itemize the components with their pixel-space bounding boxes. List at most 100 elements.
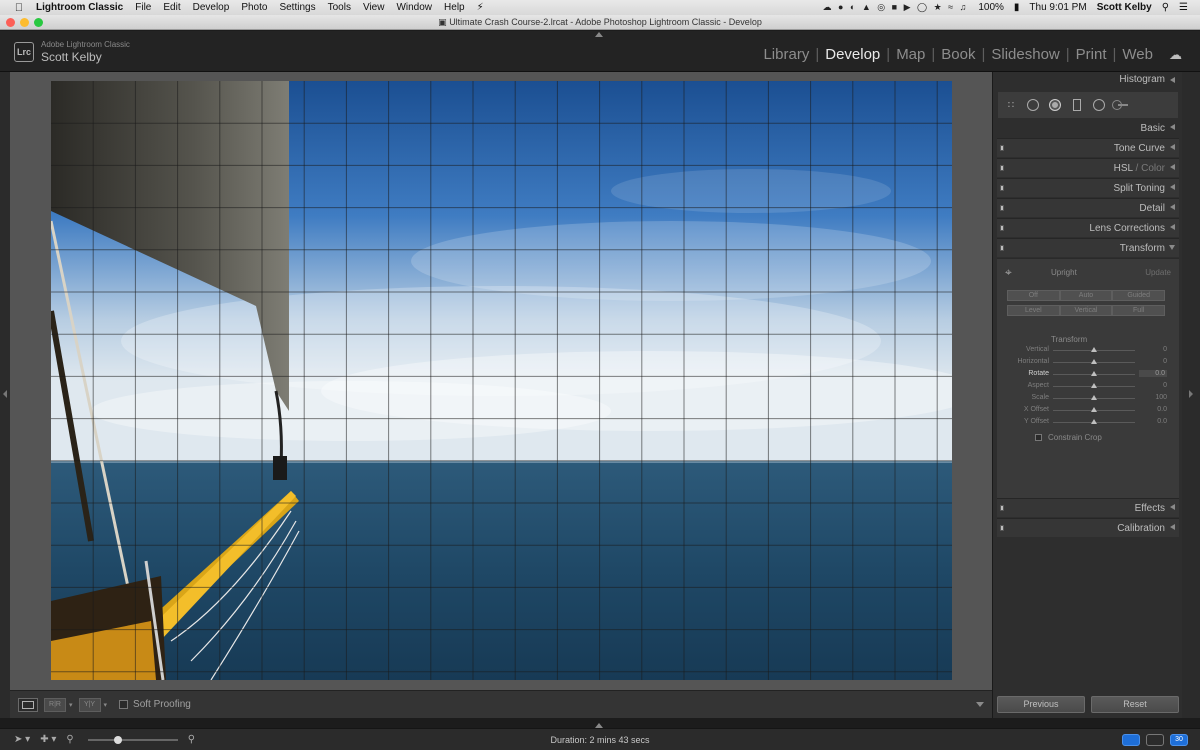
fps-badge[interactable]: 30 xyxy=(1170,734,1188,746)
collapse-top-panel-icon[interactable] xyxy=(595,32,603,37)
image-canvas[interactable] xyxy=(10,72,992,690)
reset-button[interactable]: Reset xyxy=(1091,696,1179,713)
constrain-crop-checkbox[interactable] xyxy=(1035,434,1042,441)
chevron-left-icon[interactable] xyxy=(1170,144,1175,150)
battery-percent[interactable]: 100% xyxy=(978,2,1004,13)
slider-track[interactable] xyxy=(1053,347,1135,352)
chevron-left-icon[interactable] xyxy=(1170,504,1175,510)
upright-auto-button[interactable]: Auto xyxy=(1059,290,1113,301)
panel-switch-icon[interactable] xyxy=(1000,505,1004,511)
slider-value[interactable]: 0.0 xyxy=(1139,406,1167,413)
section-basic[interactable]: Basic xyxy=(997,119,1179,138)
slider-track[interactable] xyxy=(1053,383,1135,388)
section-transform[interactable]: Transform xyxy=(997,238,1179,257)
slider-thumb[interactable] xyxy=(1091,371,1097,376)
section-tone-curve[interactable]: Tone Curve xyxy=(997,138,1179,157)
search-icon[interactable]: ⚲ xyxy=(1162,2,1169,13)
menu-app-name[interactable]: Lightroom Classic xyxy=(36,2,123,13)
chevron-left-icon[interactable] xyxy=(1170,184,1175,190)
chevron-left-icon[interactable] xyxy=(1170,164,1175,170)
section-color-label[interactable]: Color xyxy=(1141,163,1165,174)
chevron-left-icon[interactable] xyxy=(1170,124,1175,130)
menu-photo[interactable]: Photo xyxy=(241,2,267,13)
upright-full-button[interactable]: Full xyxy=(1112,305,1166,316)
module-book[interactable]: Book xyxy=(935,46,981,63)
minimize-window-button[interactable] xyxy=(20,18,29,27)
battery-icon[interactable]: ▮ xyxy=(1014,2,1020,13)
update-button[interactable]: Update xyxy=(1145,268,1171,277)
chevron-down-icon[interactable] xyxy=(1169,245,1175,250)
module-develop[interactable]: Develop xyxy=(819,46,886,63)
before-after-top-bottom-button[interactable]: Y|Y xyxy=(78,697,101,712)
crop-grid-tool-icon[interactable]: ∷ xyxy=(1004,98,1018,112)
red-eye-tool-icon[interactable] xyxy=(1048,98,1062,112)
section-split-toning[interactable]: Split Toning xyxy=(997,178,1179,197)
slider-thumb[interactable] xyxy=(1091,383,1097,388)
window-icon[interactable] xyxy=(1146,734,1164,746)
histogram-header[interactable]: Histogram xyxy=(997,72,1179,88)
panel-switch-icon[interactable] xyxy=(1000,525,1004,531)
expand-left-panel-icon[interactable] xyxy=(3,390,7,398)
clock[interactable]: Thu 9:01 PM xyxy=(1029,2,1086,13)
menu-window[interactable]: Window xyxy=(396,2,432,13)
module-print[interactable]: Print xyxy=(1070,46,1113,63)
slider-thumb[interactable] xyxy=(1091,395,1097,400)
menu-tools[interactable]: Tools xyxy=(328,2,351,13)
slider-value[interactable]: 100 xyxy=(1139,394,1167,401)
list-icon[interactable]: ☰ xyxy=(1179,2,1188,13)
chevron-left-icon[interactable] xyxy=(1170,524,1175,530)
right-panel-toggle[interactable] xyxy=(1182,72,1200,718)
upright-off-button[interactable]: Off xyxy=(1007,290,1060,301)
section-hsl-label[interactable]: HSL xyxy=(1114,163,1133,174)
slider-value[interactable]: 0 xyxy=(1139,358,1167,365)
guided-upright-tool-icon[interactable]: ⌖ xyxy=(1005,265,1012,280)
before-after-left-right-button[interactable]: R|R xyxy=(44,697,66,712)
section-calibration[interactable]: Calibration xyxy=(997,518,1179,537)
slider-track[interactable] xyxy=(1053,419,1135,424)
cloud-sync-icon[interactable]: ☁ xyxy=(1169,47,1182,63)
adjustment-brush-tool-icon[interactable] xyxy=(1112,98,1128,112)
previous-button[interactable]: Previous xyxy=(997,696,1085,713)
radial-filter-tool-icon[interactable] xyxy=(1092,98,1106,112)
toolbar-options-icon[interactable] xyxy=(976,702,984,707)
slider-track[interactable] xyxy=(1053,407,1135,412)
chevron-down-icon[interactable]: ▾ xyxy=(104,701,108,709)
loupe-view-button[interactable] xyxy=(18,697,38,712)
panel-switch-icon[interactable] xyxy=(1000,245,1004,251)
upright-vertical-button[interactable]: Vertical xyxy=(1059,305,1113,316)
menu-help[interactable]: Help xyxy=(444,2,465,13)
menu-file[interactable]: File xyxy=(135,2,151,13)
panel-switch-icon[interactable] xyxy=(1000,185,1004,191)
apple-icon[interactable]:  xyxy=(12,2,26,14)
slider-thumb[interactable] xyxy=(1091,419,1097,424)
left-panel-toggle[interactable] xyxy=(0,72,10,718)
chevron-down-icon[interactable]: ▾ xyxy=(69,701,73,709)
upright-level-button[interactable]: Level xyxy=(1007,305,1060,316)
chevron-left-icon[interactable] xyxy=(1170,224,1175,230)
panel-switch-icon[interactable] xyxy=(1000,145,1004,151)
panel-switch-icon[interactable] xyxy=(1000,225,1004,231)
chevron-left-icon[interactable] xyxy=(1170,77,1175,83)
section-hsl-color[interactable]: HSL / Color xyxy=(997,158,1179,177)
screen-capture-icon[interactable] xyxy=(1122,734,1140,746)
slider-thumb[interactable] xyxy=(1091,359,1097,364)
photo-preview[interactable] xyxy=(51,81,952,680)
panel-switch-icon[interactable] xyxy=(1000,205,1004,211)
expand-filmstrip-icon[interactable] xyxy=(595,723,603,728)
slider-value[interactable]: 0 xyxy=(1139,346,1167,353)
user-name[interactable]: Scott Kelby xyxy=(1097,2,1152,13)
collapse-right-panel-icon[interactable] xyxy=(1189,390,1193,398)
menu-settings[interactable]: Settings xyxy=(279,2,315,13)
slider-value[interactable]: 0.0 xyxy=(1139,370,1167,377)
lightning-icon[interactable]: ⚡ xyxy=(477,2,484,13)
section-effects[interactable]: Effects xyxy=(997,498,1179,517)
slider-thumb[interactable] xyxy=(1091,347,1097,352)
slider-value[interactable]: 0.0 xyxy=(1139,418,1167,425)
menu-edit[interactable]: Edit xyxy=(163,2,180,13)
chevron-left-icon[interactable] xyxy=(1170,204,1175,210)
slider-thumb[interactable] xyxy=(1091,407,1097,412)
close-window-button[interactable] xyxy=(6,18,15,27)
spot-removal-tool-icon[interactable] xyxy=(1026,98,1040,112)
menu-extras-icons[interactable]: ☁ ● ◐ ▲ ◎ ■ ▶ ◯ ★ ≈ ♫ xyxy=(823,2,969,13)
module-map[interactable]: Map xyxy=(890,46,931,63)
